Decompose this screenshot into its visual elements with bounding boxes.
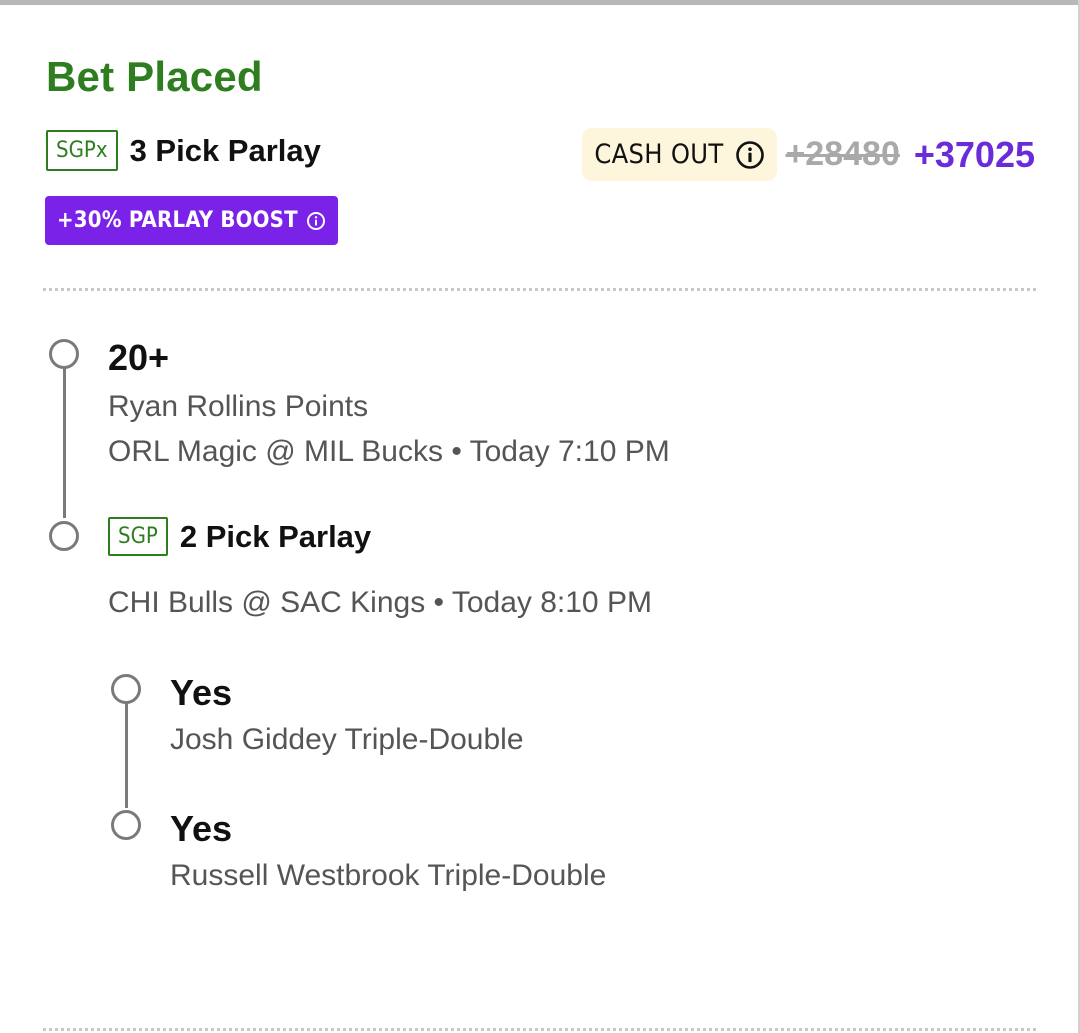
info-icon[interactable] [735,140,765,170]
timeline-connector [63,368,66,518]
leg-event: CHI Bulls @ SAC Kings • Today 8:10 PM [108,586,652,619]
parlay-boost-badge[interactable]: +30% PARLAY BOOST [45,196,338,245]
cash-out-button[interactable]: CASH OUT [582,128,778,181]
sgp-title: 2 Pick Parlay [179,518,372,554]
divider-bottom [43,1028,1036,1031]
sgpx-tag: SGPx [46,130,118,171]
sub-leg-market: Josh Giddey Triple-Double [170,723,524,756]
sgp-tag: SGP [108,517,168,556]
odds-area: CASH OUT +28480 +37025 [582,128,1035,181]
leg-status-circle-icon [49,521,79,551]
leg-event: ORL Magic @ MIL Bucks • Today 7:10 PM [108,435,670,468]
parlay-title: 3 Pick Parlay [129,132,321,168]
boost-info-icon[interactable] [306,211,326,231]
divider-top [43,288,1036,291]
sgp-header: SGP 2 Pick Parlay [108,517,371,556]
leg-selection: 20+ [108,337,170,378]
bet-status-title: Bet Placed [46,53,263,100]
sub-leg-status-circle-icon [111,810,141,840]
sub-leg-selection: Yes [170,808,233,849]
sub-leg-market: Russell Westbrook Triple-Double [170,859,607,892]
top-border [0,0,1080,5]
original-odds: +28480 [785,135,900,173]
boost-label: +30% PARLAY BOOST [57,208,298,233]
leg-status-circle-icon [49,339,79,369]
boosted-odds: +37025 [913,133,1035,175]
timeline-connector [125,703,128,808]
sub-leg-selection: Yes [170,672,233,713]
cash-out-label: CASH OUT [594,139,724,170]
sub-leg-status-circle-icon [111,674,141,704]
leg-market: Ryan Rollins Points [108,390,369,423]
parlay-header: SGPx 3 Pick Parlay [46,130,321,171]
